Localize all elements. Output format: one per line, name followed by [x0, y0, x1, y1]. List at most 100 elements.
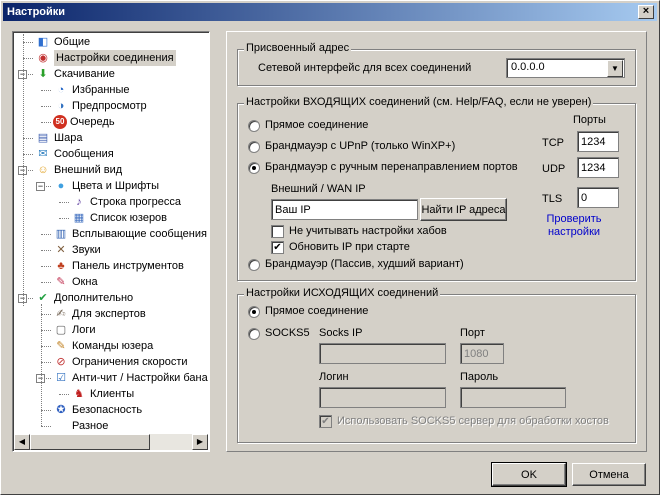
outgoing-direct-label[interactable]: Прямое соединение [265, 305, 368, 317]
tree-item[interactable]: ♪ Строка прогресса [71, 194, 181, 210]
password-label: Пароль [460, 371, 499, 383]
tree-item[interactable]: ▦ Список юзеров [71, 210, 167, 226]
tree-item[interactable]: ✍ Для экспертов [53, 306, 146, 322]
tree-item[interactable]: ✕ Звуки [53, 242, 101, 258]
incoming-direct-label[interactable]: Прямое соединение [265, 119, 368, 131]
tree-item-label: Логи [72, 324, 96, 336]
user-list-icon: ▦ [73, 212, 85, 224]
share-icon: ▤ [37, 132, 49, 144]
tree-connector [41, 234, 51, 235]
use-socks-hosts-label[interactable]: Использовать SOCKS5 сервер для обработки… [337, 415, 609, 427]
tls-port-input[interactable] [577, 187, 619, 208]
tree-item-label: Для экспертов [72, 308, 146, 320]
tree-item-label: Анти-чит / Настройки бана [72, 372, 208, 384]
scroll-left-icon[interactable]: ◀ [14, 434, 30, 450]
incoming-upnp-label[interactable]: Брандмауэр с UPnP (только WinXP+) [265, 140, 455, 152]
socks-ip-input[interactable] [319, 343, 446, 364]
wan-ip-input[interactable] [271, 199, 418, 220]
tree-item[interactable]: ✪ Безопасность [53, 402, 142, 418]
find-ip-button[interactable]: Найти IP адреса [420, 198, 507, 221]
incoming-passive-label[interactable]: Брандмауэр (Пассив, худший вариант) [265, 258, 464, 270]
ignore-hubs-checkbox[interactable] [271, 225, 284, 238]
tree-items: ◧ Общие ◉ Настройки соединения − ⬇ Скачивание ◔… [15, 34, 209, 434]
udp-port-input[interactable] [577, 157, 619, 178]
socks-port-input[interactable] [460, 343, 504, 364]
logs-icon: ▢ [55, 324, 67, 336]
tree-item-label: Ограничения скорости [72, 356, 188, 368]
use-socks-hosts-checkbox[interactable]: ✔ [319, 415, 332, 428]
tree-item[interactable]: ☺ Внешний вид [35, 162, 122, 178]
experts-icon: ✍ [56, 308, 66, 320]
tree-item-label: Всплывающие сообщения [72, 228, 207, 240]
cancel-button[interactable]: Отмена [572, 463, 646, 486]
tree-item-label: Клиенты [90, 388, 135, 400]
chevron-down-icon[interactable]: ▼ [607, 60, 623, 77]
toolbar-icon: ♣ [57, 260, 65, 272]
tree-expander-icon[interactable]: − [36, 182, 45, 191]
incoming-upnp-radio[interactable] [248, 141, 260, 153]
outgoing-direct-radio[interactable] [248, 306, 260, 318]
tree-item[interactable]: ▤ Шара [35, 130, 83, 146]
tree-item[interactable]: ☑ Анти-чит / Настройки бана [53, 370, 208, 386]
sounds-icon: ✕ [56, 244, 66, 256]
tree-item-label: Настройки соединения [54, 50, 176, 66]
tree-connector [41, 410, 51, 411]
tree-item[interactable]: ▢ Логи [53, 322, 96, 338]
socks-ip-label: Socks IP [319, 327, 363, 339]
checkmark-icon: ✔ [321, 416, 330, 427]
assigned-address-group: Присвоенный адрес Сетевой интерфейс для … [237, 42, 636, 86]
tree-item-label: Звуки [72, 244, 101, 256]
tree-item[interactable]: ✎ Команды юзера [53, 338, 153, 354]
tree-item[interactable]: ◑ Предпросмотр [53, 98, 147, 114]
tree-item-label: Сообщения [54, 148, 114, 160]
incoming-manual-radio[interactable] [248, 162, 260, 174]
tree-item-label: Цвета и Шрифты [72, 180, 159, 192]
close-icon[interactable]: × [638, 5, 654, 19]
tree-item-label: Дополнительно [54, 292, 134, 304]
tree-item[interactable]: ◔ Избранные [53, 82, 130, 98]
ignore-hubs-label[interactable]: Не учитывать настройки хабов [289, 225, 447, 237]
tree-connector [59, 218, 69, 219]
tree-item[interactable]: ● Цвета и Шрифты [53, 178, 159, 194]
incoming-passive-radio[interactable] [248, 259, 260, 271]
tree-connector [41, 314, 51, 315]
socks5-radio[interactable] [248, 328, 260, 340]
tree-item[interactable]: ✉ Сообщения [35, 146, 114, 162]
tree-item[interactable]: 50 Очередь [53, 114, 115, 130]
tree-item[interactable]: ✎ Окна [53, 274, 97, 290]
tree-item[interactable]: ✔ Дополнительно [35, 290, 133, 306]
tree-connector [41, 122, 51, 123]
tree-item[interactable]: ◧ Общие [35, 34, 90, 50]
network-interface-select[interactable]: 0.0.0.0 ▼ [506, 58, 625, 78]
update-ip-checkbox[interactable]: ✔ [271, 241, 284, 254]
horizontal-scrollbar[interactable]: ◀ ▶ [14, 434, 208, 450]
incoming-direct-radio[interactable] [248, 120, 260, 132]
tree-item[interactable]: ♣ Панель инструментов [53, 258, 183, 274]
tree-item-label: Разное [72, 420, 109, 432]
popup-messages-icon: ▥ [55, 228, 67, 240]
scroll-thumb[interactable] [30, 434, 150, 450]
speed-limit-icon: ⊘ [56, 356, 66, 368]
tree-item[interactable]: ♞ Клиенты [71, 386, 134, 402]
socks5-label[interactable]: SOCKS5 [265, 327, 310, 339]
tree-item[interactable]: ⬇ Скачивание [35, 66, 115, 82]
incoming-title: Настройки ВХОДЯЩИХ соединений (см. Help/… [244, 96, 594, 108]
update-ip-label[interactable]: Обновить IP при старте [289, 241, 410, 253]
scroll-right-icon[interactable]: ▶ [192, 434, 208, 450]
tree-item[interactable]: ◉ Настройки соединения [35, 50, 176, 66]
tree-connector [59, 202, 69, 203]
tree-connector [41, 346, 51, 347]
login-input[interactable] [319, 387, 446, 408]
incoming-manual-label[interactable]: Брандмауэр с ручным перенаправлением пор… [265, 161, 518, 173]
ok-button[interactable]: OK [491, 462, 567, 487]
settings-tree[interactable]: ◧ Общие ◉ Настройки соединения − ⬇ Скачивание ◔… [12, 31, 210, 452]
tcp-port-input[interactable] [577, 131, 619, 152]
tree-item[interactable]: ▥ Всплывающие сообщения [53, 226, 207, 242]
password-input[interactable] [460, 387, 566, 408]
tree-item[interactable]: Разное [53, 418, 108, 434]
appearance-icon: ☺ [37, 164, 49, 176]
tree-item[interactable]: ⊘ Ограничения скорости [53, 354, 188, 370]
download-icon: ⬇ [38, 68, 48, 80]
check-settings-link[interactable]: Проверить настройки [538, 213, 610, 239]
tls-label: TLS [542, 193, 563, 205]
